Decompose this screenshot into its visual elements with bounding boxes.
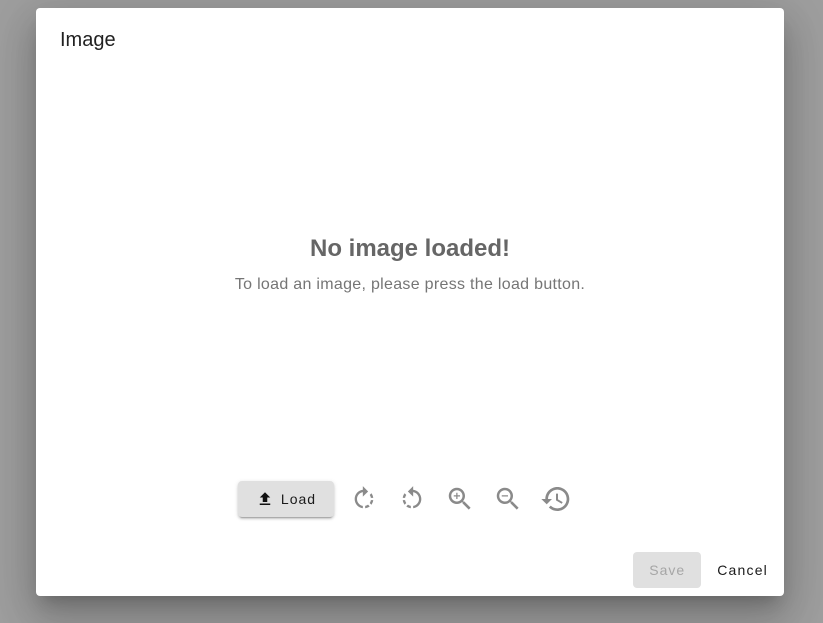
dialog-title: Image [60,29,116,51]
image-dialog: Image No image loaded! To load an image,… [36,8,784,596]
rotate-right-icon[interactable] [348,483,380,515]
load-button-label: Load [280,491,317,507]
zoom-in-icon[interactable] [444,483,476,515]
upload-icon [256,490,274,508]
load-button[interactable]: Load [238,481,334,517]
zoom-out-icon[interactable] [492,483,524,515]
empty-state-heading: No image loaded! [309,235,511,262]
save-button[interactable]: Save [633,552,702,588]
image-toolbar: Load [238,481,572,517]
cancel-button[interactable]: Cancel [709,552,776,588]
dialog-actions: Save Cancel [633,552,776,588]
reset-history-icon[interactable] [540,483,572,515]
rotate-left-icon[interactable] [396,483,428,515]
empty-state-message: To load an image, please press the load … [234,276,586,293]
